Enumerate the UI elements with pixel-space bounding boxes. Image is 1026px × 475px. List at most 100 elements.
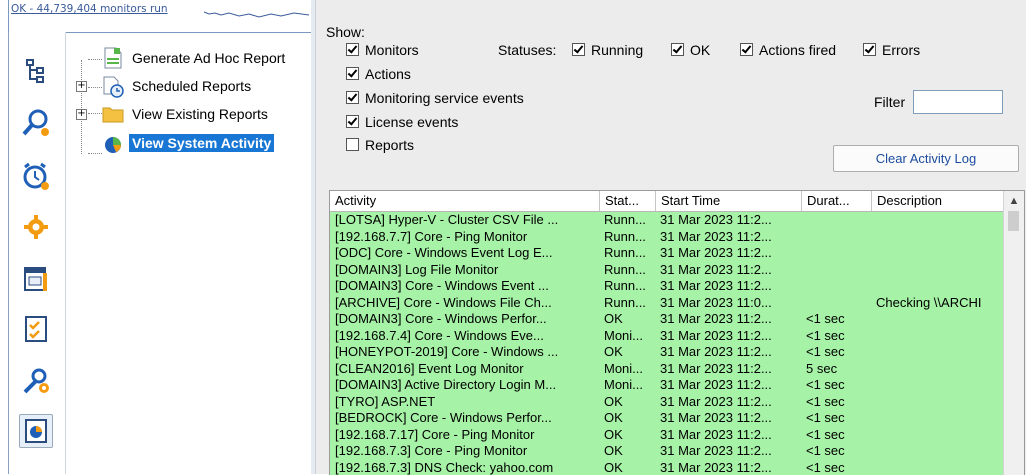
tree-item-generate-ad-hoc-report[interactable]: Generate Ad Hoc Report	[66, 46, 311, 72]
table-cell: OK	[604, 460, 654, 475]
table-cell: <1 sec	[806, 427, 870, 444]
column-header-start-time[interactable]: Start Time	[656, 191, 802, 211]
tree-item-view-system-activity[interactable]: View System Activity	[66, 132, 311, 158]
scroll-up-icon[interactable]: ▲	[1004, 191, 1024, 211]
alarm-clock-icon[interactable]	[19, 160, 53, 194]
table-row[interactable]: [LOTSA] Hyper-V - Cluster CSV File ... Ru…	[330, 212, 1003, 229]
table-cell: <1 sec	[806, 328, 870, 345]
table-cell: [CLEAN2016] Event Log Monitor	[335, 361, 597, 378]
table-cell: Checking \\ARCHI	[876, 295, 1001, 312]
hierarchy-icon[interactable]	[19, 54, 53, 88]
table-cell: OK	[604, 427, 654, 444]
checkbox-icon	[572, 43, 585, 56]
table-cell: 31 Mar 2023 11:2...	[660, 262, 800, 279]
expand-icon[interactable]: +	[76, 109, 87, 120]
sidebar-icon-bar	[8, 32, 66, 474]
table-cell: 31 Mar 2023 11:2...	[660, 245, 800, 262]
table-row[interactable]: [DOMAIN3] Core - Windows Perfor...OK31 M…	[330, 311, 1003, 328]
schedule-icon	[101, 74, 125, 102]
column-header-duration[interactable]: Durat...	[802, 191, 872, 211]
table-cell: Runn...	[604, 212, 654, 229]
expand-icon[interactable]: +	[76, 81, 87, 92]
checkbox-status-ok[interactable]: OK	[671, 42, 710, 58]
show-label: Show:	[326, 24, 365, 40]
checkbox-monitors[interactable]: Monitors	[346, 42, 419, 58]
checkbox-reports[interactable]: Reports	[346, 137, 414, 153]
table-cell: 31 Mar 2023 11:2...	[660, 394, 800, 411]
table-cell: 31 Mar 2023 11:2...	[660, 311, 800, 328]
report-tree: Generate Ad Hoc Report + Scheduled Repor…	[66, 32, 312, 474]
calendar-icon[interactable]	[19, 262, 53, 296]
table-row[interactable]: [HONEYPOT-2019] Core - Windows ...OK31 M…	[330, 344, 1003, 361]
checkbox-status-errors[interactable]: Errors	[863, 42, 920, 58]
checklist-icon[interactable]	[19, 312, 53, 346]
checkbox-icon	[740, 43, 753, 56]
table-cell: 31 Mar 2023 11:2...	[660, 361, 800, 378]
folder-icon	[101, 102, 125, 130]
table-cell: 31 Mar 2023 11:2...	[660, 377, 800, 394]
table-cell: [192.168.7.4] Core - Windows Eve...	[335, 328, 597, 345]
checkbox-status-actions-fired[interactable]: Actions fired	[740, 42, 836, 58]
table-cell: [192.168.7.3] DNS Check: yahoo.com	[335, 460, 597, 475]
checkbox-status-running[interactable]: Running	[572, 42, 643, 58]
table-row[interactable]: [ARCHIVE] Core - Windows File Ch...Runn.…	[330, 295, 1003, 312]
table-cell: [DOMAIN3] Core - Windows Perfor...	[335, 311, 597, 328]
scroll-thumb[interactable]	[1008, 211, 1019, 231]
table-row[interactable]: [192.168.7.7] Core - Ping MonitorRunn...…	[330, 229, 1003, 246]
tree-item-label: View System Activity	[129, 134, 274, 152]
clear-activity-log-button[interactable]: Clear Activity Log	[833, 145, 1019, 172]
vertical-scrollbar[interactable]: ▲	[1003, 191, 1024, 475]
column-header-description[interactable]: Description	[872, 191, 1003, 211]
status-link[interactable]: OK - 44,739,404 monitors run	[11, 3, 168, 15]
table-cell: 5 sec	[806, 361, 870, 378]
table-cell: Moni...	[604, 361, 654, 378]
table-row[interactable]: [DOMAIN3] Core - Windows Event ...Runn..…	[330, 278, 1003, 295]
checkbox-icon	[346, 91, 359, 104]
column-header-status[interactable]: Stat...	[600, 191, 656, 211]
table-cell: <1 sec	[806, 377, 870, 394]
table-cell: <1 sec	[806, 443, 870, 460]
table-cell: [DOMAIN3] Core - Windows Event ...	[335, 278, 597, 295]
filter-input[interactable]	[913, 90, 1003, 114]
table-row[interactable]: [CLEAN2016] Event Log Monitor Moni... 31 M…	[330, 361, 1003, 378]
table-cell: OK	[604, 410, 654, 427]
table-cell: [TYRO] ASP.NET	[335, 394, 597, 411]
filter-label: Filter	[874, 94, 905, 110]
grid-header: Activity Stat... Start Time Durat... Des…	[330, 191, 1003, 212]
checkbox-icon	[863, 43, 876, 56]
checkbox-icon	[346, 138, 359, 151]
tree-item-view-existing-reports[interactable]: + View Existing Reports	[66, 102, 311, 128]
checkbox-icon	[346, 67, 359, 80]
table-cell: OK	[604, 394, 654, 411]
table-cell: [ODC] Core - Windows Event Log E...	[335, 245, 597, 262]
table-cell: 31 Mar 2023 11:2...	[660, 328, 800, 345]
table-cell: Runn...	[604, 295, 654, 312]
table-row[interactable]: [192.168.7.3] Core - Ping MonitorOK31 Ma…	[330, 443, 1003, 460]
table-row[interactable]: [192.168.7.4] Core - Windows Eve... Moni.…	[330, 328, 1003, 345]
tools-icon[interactable]	[19, 364, 53, 398]
table-row[interactable]: [TYRO] ASP.NETOK31 Mar 2023 11:2...<1 se…	[330, 394, 1003, 411]
table-cell: Runn...	[604, 245, 654, 262]
table-row[interactable]: [DOMAIN3] Log File MonitorRunn...31 Mar …	[330, 262, 1003, 279]
table-cell: Runn...	[604, 229, 654, 246]
table-row[interactable]: [BEDROCK] Core - Windows Perfor...OK31 M…	[330, 410, 1003, 427]
reports-icon[interactable]	[19, 414, 53, 448]
column-header-activity[interactable]: Activity	[330, 191, 600, 211]
table-row[interactable]: [ODC] Core - Windows Event Log E... Runn.…	[330, 245, 1003, 262]
table-cell: Moni...	[604, 328, 654, 345]
checkbox-monitoring-service-events[interactable]: Monitoring service events	[346, 90, 524, 106]
status-strip[interactable]: OK - 44,739,404 monitors run	[8, 0, 312, 33]
statuses-label: Statuses:	[498, 42, 556, 58]
tree-item-scheduled-reports[interactable]: + Scheduled Reports	[66, 74, 311, 100]
table-row[interactable]: [192.168.7.3] DNS Check: yahoo.comOK31 M…	[330, 460, 1003, 475]
checkbox-license-events[interactable]: License events	[346, 114, 458, 130]
search-user-icon[interactable]	[19, 106, 53, 140]
table-row[interactable]: [DOMAIN3] Active Directory Login M...Mon…	[330, 377, 1003, 394]
table-row[interactable]: [192.168.7.17] Core - Ping MonitorOK31 M…	[330, 427, 1003, 444]
table-cell: Runn...	[604, 262, 654, 279]
gear-icon[interactable]	[19, 210, 53, 244]
table-cell: Moni...	[604, 377, 654, 394]
checkbox-actions[interactable]: Actions	[346, 66, 411, 82]
table-cell: [LOTSA] Hyper-V - Cluster CSV File ...	[335, 212, 597, 229]
table-cell: <1 sec	[806, 460, 870, 475]
